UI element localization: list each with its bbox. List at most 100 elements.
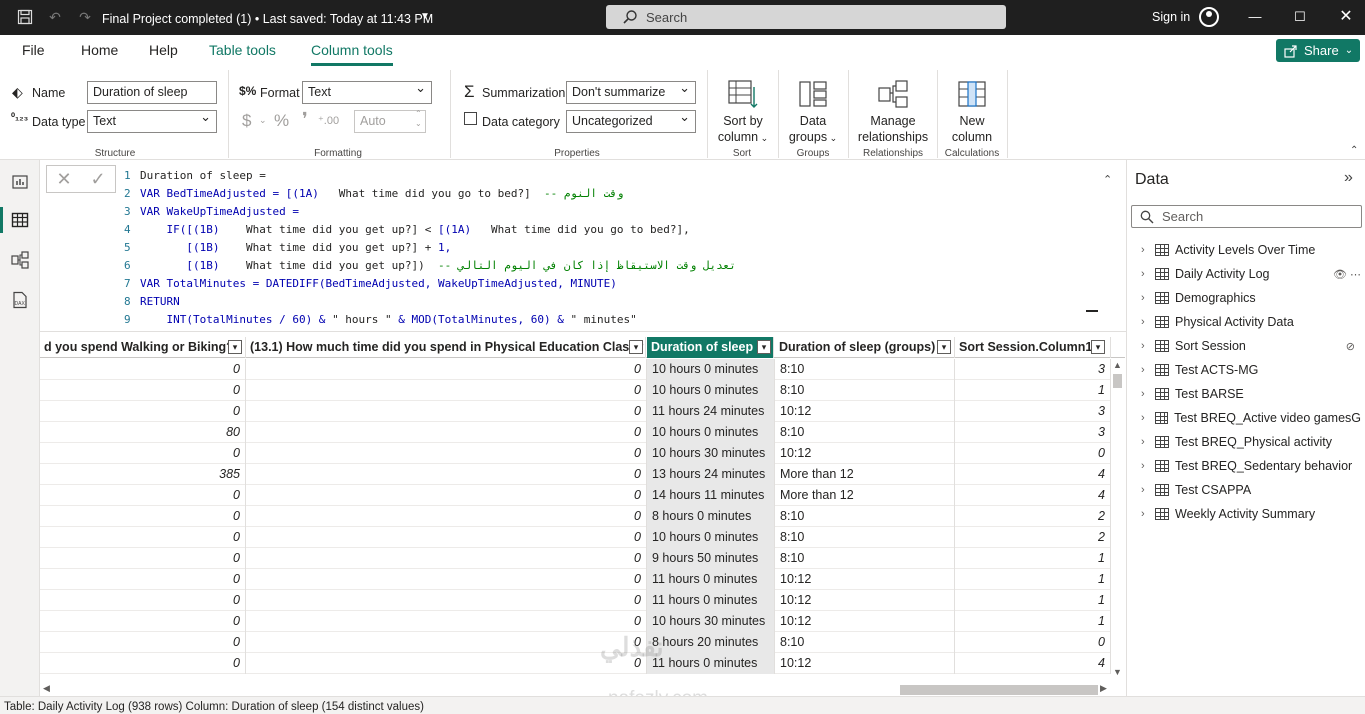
commit-formula-icon[interactable]: ✓: [90, 169, 105, 190]
chevron-right-icon[interactable]: ›: [1141, 316, 1149, 328]
cancel-formula-icon[interactable]: ✕: [56, 169, 71, 190]
table-list-item[interactable]: › Test BREQ_Active video gamesG: [1141, 408, 1361, 428]
cell-pe-class[interactable]: 0: [246, 443, 647, 464]
cell-pe-class[interactable]: 0: [246, 611, 647, 632]
chevron-right-icon[interactable]: ›: [1141, 244, 1149, 256]
cell-sort-session[interactable]: 4: [955, 464, 1111, 485]
share-button[interactable]: Share ⌄: [1276, 39, 1360, 62]
data-search-input[interactable]: Search: [1131, 205, 1362, 228]
data-category-select[interactable]: Uncategorized: [566, 110, 696, 133]
cell-pe-class[interactable]: 0: [246, 632, 647, 653]
filter-dropdown-icon[interactable]: ▾: [757, 340, 771, 354]
filter-dropdown-icon[interactable]: ▾: [1091, 340, 1105, 354]
table-row[interactable]: 008 hours 0 minutes 8:10 2: [40, 506, 1125, 527]
chevron-right-icon[interactable]: ›: [1141, 508, 1149, 520]
filter-dropdown-icon[interactable]: ▾: [228, 340, 242, 354]
cell-duration-groups[interactable]: 10:12: [775, 611, 955, 632]
table-row[interactable]: 0 0 11 hours 0 minutes 10:12 1: [40, 569, 1125, 590]
cell-pe-class[interactable]: 0: [246, 464, 647, 485]
cell-duration-groups[interactable]: 8:10: [775, 380, 955, 401]
new-column-button[interactable]: New column: [944, 79, 1000, 145]
cell-walking[interactable]: 0: [40, 569, 246, 590]
document-title[interactable]: Final Project completed (1) • Last saved…: [102, 12, 433, 26]
cell-sort-session[interactable]: 3: [955, 401, 1111, 422]
cell-duration-of-sleep[interactable]: 10 hours 0 minutes: [647, 422, 775, 443]
data-type-select[interactable]: Text: [87, 110, 217, 133]
currency-dropdown-icon[interactable]: ⌄: [259, 115, 267, 126]
filter-dropdown-icon[interactable]: ▾: [629, 340, 643, 354]
cell-walking[interactable]: 0: [40, 653, 246, 674]
table-row[interactable]: 0 0 11 hours 0 minutes 10:12 1: [40, 590, 1125, 611]
cell-duration-groups[interactable]: 8:10: [775, 632, 955, 653]
collapse-ribbon-icon[interactable]: ⌃: [1350, 145, 1358, 156]
chevron-right-icon[interactable]: ›: [1141, 412, 1149, 424]
cell-duration-groups[interactable]: 10:12: [775, 590, 955, 611]
spinner-icon[interactable]: ⌃ ⌄: [415, 109, 422, 129]
cell-duration-of-sleep[interactable]: 9 hours 50 minutes: [647, 548, 775, 569]
name-input[interactable]: Duration of sleep: [87, 81, 217, 104]
tab-help[interactable]: Help: [149, 42, 178, 58]
table-row[interactable]: 0 0 10 hours 30 minutes 10:12 1: [40, 611, 1125, 632]
chevron-right-icon[interactable]: ›: [1141, 460, 1149, 472]
cell-walking[interactable]: 0: [40, 506, 246, 527]
chevron-right-icon[interactable]: ›: [1141, 268, 1149, 280]
cell-walking[interactable]: 0: [40, 590, 246, 611]
cell-walking[interactable]: 0: [40, 611, 246, 632]
chevron-right-icon[interactable]: ›: [1141, 340, 1149, 352]
table-list-item[interactable]: › Activity Levels Over Time: [1141, 240, 1361, 260]
cell-sort-session[interactable]: 0: [955, 443, 1111, 464]
cell-pe-class[interactable]: 0: [246, 590, 647, 611]
chevron-right-icon[interactable]: ›: [1141, 292, 1149, 304]
cell-walking[interactable]: 80: [40, 422, 246, 443]
cell-sort-session[interactable]: 4: [955, 485, 1111, 506]
cell-sort-session[interactable]: 1: [955, 380, 1111, 401]
chevron-right-icon[interactable]: ›: [1141, 436, 1149, 448]
cell-duration-of-sleep[interactable]: 11 hours 0 minutes: [647, 653, 775, 674]
redo-icon[interactable]: ↷: [76, 8, 94, 26]
cell-duration-of-sleep[interactable]: 10 hours 0 minutes: [647, 380, 775, 401]
scroll-left-icon[interactable]: ◀: [43, 683, 50, 694]
cell-walking[interactable]: 0: [40, 380, 246, 401]
tab-home[interactable]: Home: [81, 42, 118, 58]
report-view-icon[interactable]: [11, 173, 29, 191]
table-list-item[interactable]: › Test BREQ_Sedentary behavior: [1141, 456, 1361, 476]
cell-duration-groups[interactable]: 8:10: [775, 527, 955, 548]
visibility-icon[interactable]: 👁 ⋯: [1333, 268, 1361, 281]
title-dropdown-icon[interactable]: ▼: [420, 11, 430, 22]
comma-icon[interactable]: ❜: [302, 109, 308, 130]
model-view-icon[interactable]: [11, 251, 29, 269]
cell-duration-of-sleep[interactable]: 11 hours 0 minutes: [647, 590, 775, 611]
cell-sort-session[interactable]: 2: [955, 527, 1111, 548]
column-header-duration-of-sleep[interactable]: Duration of sleep: [647, 337, 774, 358]
cell-duration-of-sleep[interactable]: 8 hours 0 minutes: [647, 506, 775, 527]
cell-pe-class[interactable]: 0: [246, 653, 647, 674]
cell-duration-of-sleep[interactable]: 11 hours 0 minutes: [647, 569, 775, 590]
cell-duration-groups[interactable]: 10:12: [775, 569, 955, 590]
cell-sort-session[interactable]: 3: [955, 359, 1111, 380]
cell-walking[interactable]: 0: [40, 632, 246, 653]
close-icon[interactable]: ✕: [1337, 8, 1355, 26]
cell-duration-groups[interactable]: More than 12: [775, 464, 955, 485]
cell-pe-class[interactable]: 0: [246, 548, 647, 569]
formula-resize-handle[interactable]: [1086, 310, 1098, 312]
vertical-scrollbar[interactable]: [1111, 359, 1125, 689]
cell-pe-class[interactable]: 0: [246, 527, 647, 548]
filter-dropdown-icon[interactable]: ▾: [937, 340, 951, 354]
cell-pe-class[interactable]: 0: [246, 506, 647, 527]
table-list-item[interactable]: › Daily Activity Log 👁 ⋯: [1141, 264, 1361, 284]
column-header-sort-session[interactable]: Sort Session.Column1: [955, 337, 1111, 358]
cell-walking[interactable]: 0: [40, 527, 246, 548]
cell-duration-groups[interactable]: 10:12: [775, 653, 955, 674]
hidden-icon[interactable]: ⊘: [1346, 340, 1355, 353]
column-header-duration-groups[interactable]: Duration of sleep (groups): [775, 337, 955, 358]
search-box[interactable]: Search: [606, 5, 1006, 29]
table-row[interactable]: 008 hours 20 minutes 8:10 0: [40, 632, 1125, 653]
cell-sort-session[interactable]: 4: [955, 653, 1111, 674]
column-header-walking[interactable]: d you spend Walking or Biking?: [40, 337, 246, 358]
percent-icon[interactable]: %: [274, 111, 289, 131]
cell-pe-class[interactable]: 0: [246, 359, 647, 380]
cell-duration-groups[interactable]: 8:10: [775, 548, 955, 569]
undo-icon[interactable]: ↶: [46, 8, 64, 26]
cell-sort-session[interactable]: 3: [955, 422, 1111, 443]
save-icon[interactable]: [16, 8, 34, 26]
